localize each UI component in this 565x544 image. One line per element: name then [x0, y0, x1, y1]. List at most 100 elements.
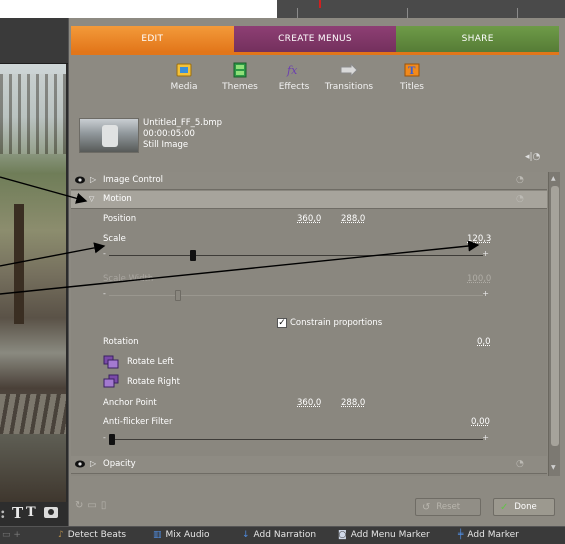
preview-post: [14, 204, 24, 324]
detect-beats-label: Detect Beats: [67, 530, 127, 540]
mix-audio-button[interactable]: ▥ Mix Audio: [153, 530, 210, 540]
stopwatch-icon[interactable]: ◔: [516, 459, 524, 469]
detect-beats-button[interactable]: ♪ Detect Beats: [58, 530, 126, 540]
checkmark-icon: ✓: [500, 501, 509, 513]
anchor-x-value[interactable]: 360,0: [297, 398, 321, 408]
eye-icon[interactable]: [75, 176, 85, 184]
scroll-up-icon[interactable]: ▲: [551, 175, 556, 182]
slider-minus-icon: -: [103, 249, 106, 258]
playhead-marker[interactable]: [319, 0, 321, 8]
rotate-left-icon[interactable]: [103, 355, 119, 369]
tool-media-label: Media: [170, 82, 198, 92]
monitor-panel: : T T: [0, 18, 68, 526]
rotate-right-button[interactable]: Rotate Right: [127, 377, 180, 387]
section-opacity[interactable]: ▷ Opacity ◔: [71, 456, 547, 474]
copy-icon[interactable]: ▭: [87, 500, 100, 511]
anchor-y-value[interactable]: 288,0: [341, 398, 365, 408]
add-marker-button[interactable]: ╪ Add Marker: [458, 530, 519, 540]
marker-icon: ╪: [458, 530, 464, 540]
tab-bar: EDIT CREATE MENUS SHARE: [71, 26, 560, 52]
snapshot-camera-icon[interactable]: [44, 507, 58, 518]
position-y-value[interactable]: 288,0: [341, 214, 365, 224]
slider-plus-icon: +: [482, 433, 489, 442]
slider-plus-icon: +: [482, 289, 489, 298]
tab-create-menus[interactable]: CREATE MENUS: [233, 26, 397, 52]
rotate-left-button[interactable]: Rotate Left: [127, 357, 174, 367]
stopwatch-icon[interactable]: ◔: [516, 194, 524, 204]
bottom-toolbar: ▭ + ♪ Detect Beats ▥ Mix Audio ↓ Add Nar…: [0, 526, 565, 544]
tool-themes[interactable]: Themes: [210, 62, 270, 92]
slider-knob[interactable]: [109, 434, 115, 445]
app-window: : T T EDIT CREATE MENUS SHARE Media Them…: [0, 0, 565, 544]
slider-track: [109, 439, 483, 440]
anchor-point-label: Anchor Point: [103, 398, 157, 408]
constrain-checkbox[interactable]: ✓: [277, 318, 287, 328]
crop-tool-icon[interactable]: :: [0, 504, 6, 522]
play-loop-icon[interactable]: ◂|◔: [525, 152, 540, 162]
section-image-control-label: Image Control: [103, 175, 164, 185]
eye-icon[interactable]: [75, 460, 85, 468]
expand-triangle-icon[interactable]: ▷: [90, 459, 96, 468]
slider-minus-icon: -: [103, 289, 106, 298]
transitions-icon: [340, 62, 358, 78]
properties-scrollbar[interactable]: ▲ ▼: [548, 172, 560, 476]
position-label: Position: [103, 214, 137, 224]
ruler-tick: [407, 8, 408, 18]
ruler-tick: [297, 8, 298, 18]
microphone-icon: ↓: [242, 530, 250, 540]
scale-width-value: 100,0: [467, 274, 492, 284]
constrain-label: Constrain proportions: [290, 318, 383, 328]
clip-name: Untitled_FF_5.bmp: [143, 118, 223, 128]
tasks-panel: EDIT CREATE MENUS SHARE Media Themes fx …: [68, 18, 565, 526]
svg-text:T: T: [408, 66, 416, 77]
done-button[interactable]: ✓ Done: [493, 498, 555, 516]
tool-media[interactable]: Media: [154, 62, 214, 92]
timeline-ruler[interactable]: [277, 0, 565, 18]
mix-audio-label: Mix Audio: [165, 530, 210, 540]
expand-triangle-icon[interactable]: ▷: [90, 175, 96, 184]
antiflicker-slider[interactable]: - +: [103, 433, 489, 445]
section-motion[interactable]: ▽ Motion ◔: [71, 191, 547, 209]
section-image-control[interactable]: ▷ Image Control ◔: [71, 172, 547, 190]
rotation-value[interactable]: 0,0: [477, 337, 491, 347]
mixer-icon: ▥: [153, 530, 162, 540]
tool-transitions-label: Transitions: [324, 82, 374, 92]
rotate-right-icon[interactable]: [103, 374, 119, 388]
preview-image[interactable]: [0, 64, 66, 502]
collapse-triangle-icon[interactable]: ▽: [89, 195, 94, 203]
svg-text:fx: fx: [286, 64, 298, 77]
scale-slider[interactable]: - +: [103, 249, 489, 261]
slider-knob[interactable]: [189, 250, 196, 261]
slider-track: [109, 295, 483, 296]
tool-transitions[interactable]: Transitions: [314, 62, 384, 92]
titles-icon: T: [404, 63, 420, 77]
clip-thumbnail: [79, 118, 139, 153]
title-tool-icon[interactable]: T: [26, 505, 36, 520]
menu-marker-icon: ◙: [338, 530, 347, 540]
active-tab-underline: [71, 52, 559, 55]
done-label: Done: [514, 502, 537, 512]
scale-value[interactable]: 120,3: [467, 234, 491, 244]
fx-footer-icon[interactable]: ↻: [75, 500, 87, 511]
preview-trees: [0, 74, 66, 154]
section-motion-label: Motion: [103, 194, 132, 204]
trash-icon[interactable]: ▯: [101, 500, 111, 511]
reset-button[interactable]: ↺ Reset: [415, 498, 481, 516]
clip-info: Untitled_FF_5.bmp 00:00:05:00 Still Imag…: [79, 118, 499, 158]
text-tool-icon[interactable]: T: [12, 504, 23, 522]
slider-knob: [175, 290, 182, 301]
tool-titles[interactable]: T Titles: [382, 62, 442, 92]
scroll-down-icon[interactable]: ▼: [551, 464, 556, 471]
add-narration-button[interactable]: ↓ Add Narration: [242, 530, 316, 540]
add-narration-label: Add Narration: [253, 530, 317, 540]
stopwatch-icon[interactable]: ◔: [516, 175, 524, 185]
tab-share[interactable]: SHARE: [396, 26, 560, 52]
tab-edit[interactable]: EDIT: [71, 26, 234, 52]
reset-label: Reset: [436, 502, 461, 512]
metronome-icon: ♪: [58, 530, 64, 540]
position-x-value[interactable]: 360,0: [297, 214, 321, 224]
add-menu-marker-button[interactable]: ◙ Add Menu Marker: [338, 530, 430, 540]
antiflicker-value[interactable]: 0,00: [471, 417, 490, 427]
clip-details: Untitled_FF_5.bmp 00:00:05:00 Still Imag…: [143, 118, 222, 151]
scrollbar-thumb[interactable]: [551, 186, 559, 446]
